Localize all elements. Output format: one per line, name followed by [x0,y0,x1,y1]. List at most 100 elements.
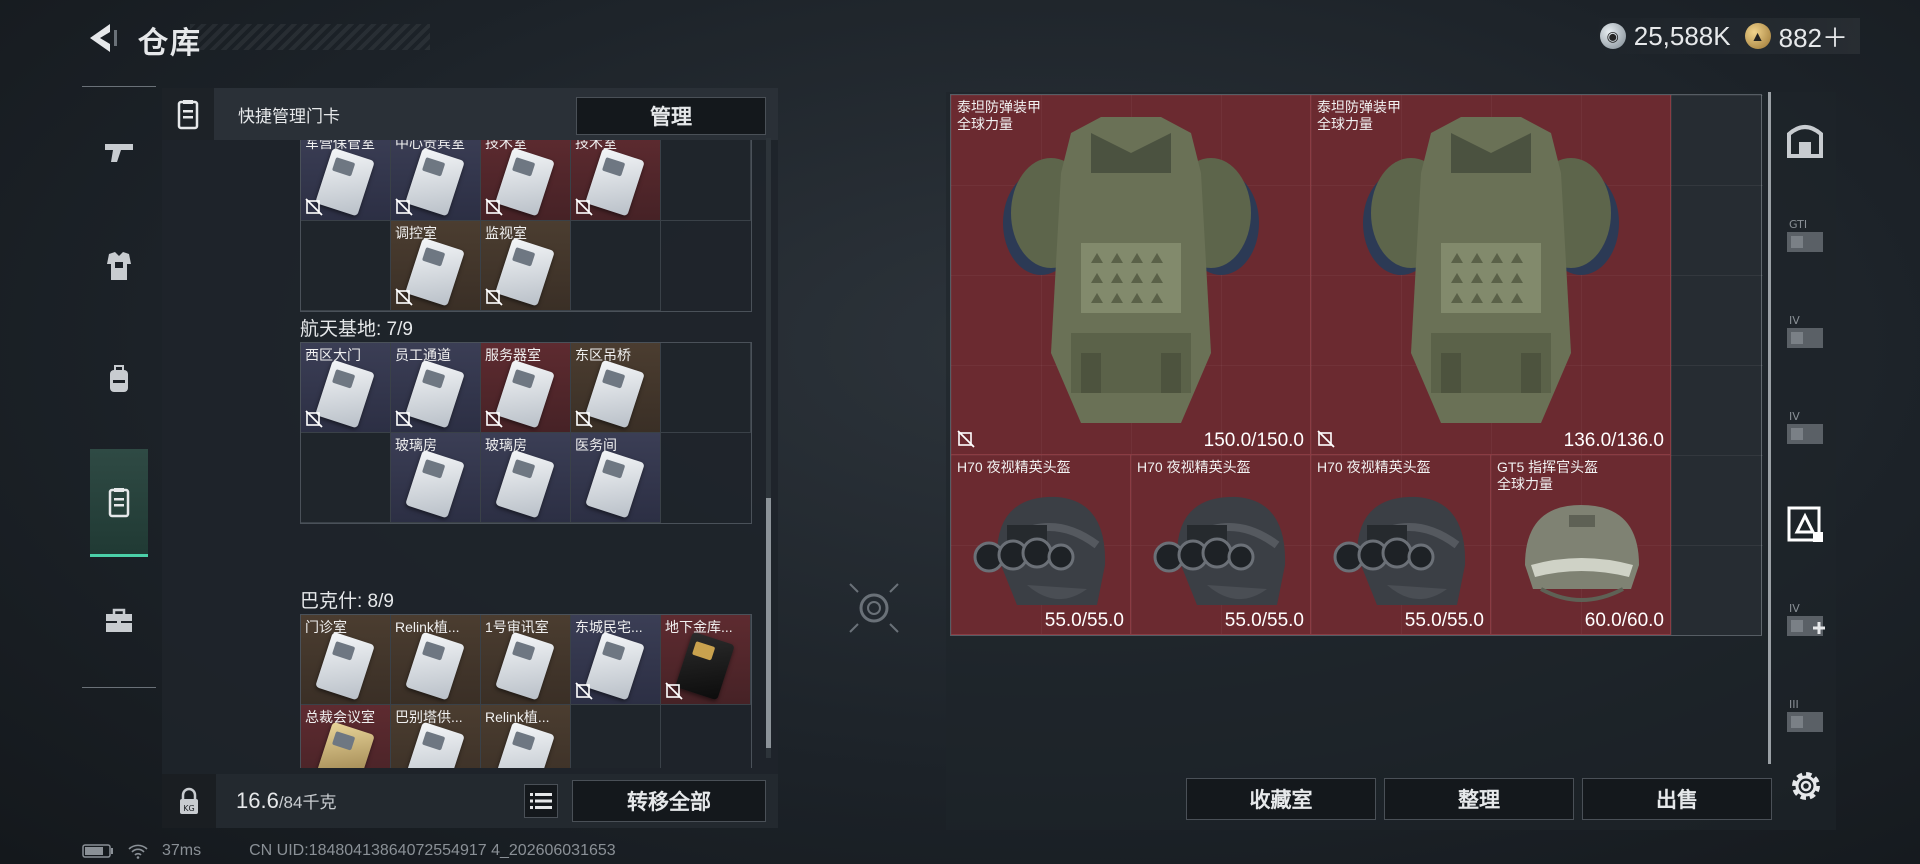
keycard-slot[interactable]: 医务间 [571,433,661,523]
container-button[interactable]: IV [1779,594,1831,646]
unbind-icon [575,410,593,428]
keycard-image [405,237,465,307]
keycard-slot[interactable]: 技术室 [571,140,661,221]
keycard-slot[interactable]: 1号审讯室 [481,615,571,705]
nav-tools[interactable] [90,591,148,649]
gear-icon[interactable] [1786,766,1826,806]
case-gti-icon: GTI [1787,218,1823,252]
weight-readout: 16.6/84千克 [236,788,336,814]
keycard-panel-footer: KG 16.6/84千克 转移全部 [162,774,778,828]
silver-amount: 25,588K [1633,20,1731,51]
currency-silver[interactable]: ◉ 25,588K [1599,20,1731,52]
equipment-slot-nvg[interactable]: H70 夜视精英头盔 55.0/55.0 [1131,455,1311,635]
keycard-image [315,147,375,217]
keycard-slot[interactable]: 东城民宅... [571,615,661,705]
backpack-icon [110,365,128,392]
keycard-image [495,449,555,519]
ammo-box-icon [1787,125,1823,158]
item-name: H70 夜视精英头盔 [1317,459,1431,475]
keycard-icon [108,487,130,517]
equipment-slot-armor[interactable]: 泰坦防弹装甲 全球力量 150.0/150.0 [951,95,1311,455]
lock-icon-box[interactable]: KG [162,774,216,828]
uid-readout: CN UID:18480413864072554917 4_2026060316… [249,842,616,859]
unbind-icon [1317,430,1335,448]
empty-slot [301,221,391,311]
item-durability: 55.0/55.0 [1404,610,1484,631]
keycard-slot[interactable]: 巴别塔供... [391,705,481,768]
keycard-panel-header: 快捷管理门卡 管理 [162,88,778,140]
keycard-slot[interactable]: Relink植... [391,615,481,705]
item-name-block: H70 夜视精英头盔 [1317,459,1431,476]
status-bar: 37ms CN UID:18480413864072554917 4_20260… [82,842,616,860]
keycard-image [495,721,555,768]
list-icon [530,793,552,809]
keycard-slot[interactable]: 中心贵宾室 [391,140,481,221]
keycard-slot[interactable]: 地下金库... [661,615,751,705]
manage-button[interactable]: 管理 [576,97,766,135]
nav-keycards[interactable] [90,449,148,557]
keycard-slot[interactable]: 军营保管室 [301,140,391,221]
keycard-slot[interactable]: 技术室 [481,140,571,221]
keycard-image [405,359,465,429]
scrollbar-thumb[interactable] [766,498,771,748]
container-button[interactable] [1779,498,1831,550]
empty-slot [661,343,751,433]
keycard-header-icon-box [162,88,214,140]
keycard-slot[interactable]: 西区大门 [301,343,391,433]
keycard-list[interactable]: 军营保管室 中心贵宾室 技术室 技术室 调控室 监视室 航天基地: 7/9 西区大门 员工通道服… [162,140,778,768]
equipment-slot-armor[interactable]: 泰坦防弹装甲 全球力量 136.0/136.0 [1311,95,1671,455]
keycard-slot[interactable]: Relink植... [481,705,571,768]
list-view-button[interactable] [524,784,558,818]
container-button[interactable] [1779,114,1831,166]
container-button[interactable]: III [1779,690,1831,742]
nav-weapons[interactable] [90,123,148,181]
equipment-slot-nvg[interactable]: H70 夜视精英头盔 55.0/55.0 [1311,455,1491,635]
unbind-icon [485,410,503,428]
keycard-slot[interactable]: 员工通道 [391,343,481,433]
container-sidebar: GTI IV IV IV III [1768,92,1834,764]
ping-readout: 37ms [162,842,202,859]
keycard-image [405,449,465,519]
empty-slot [571,705,661,768]
page-title: 仓库 [138,27,202,60]
silver-coin-icon: ◉ [1599,23,1626,49]
keycard-slot[interactable]: 总裁会议室 [301,705,391,768]
unbind-icon [395,410,413,428]
section-title: 航天基地: 7/9 [300,319,413,340]
keycard-slot[interactable]: 门诊室 [301,615,391,705]
empty-grid-area [1671,95,1763,635]
keycard-slot[interactable]: 玻璃房 [391,433,481,523]
keycard-slot[interactable]: 调控室 [391,221,481,311]
item-name-block: 泰坦防弹装甲 全球力量 [957,99,1041,133]
nav-backpack[interactable] [90,349,148,407]
item-name-block: H70 夜视精英头盔 [1137,459,1251,476]
back-arrow-icon[interactable] [82,20,122,56]
item-durability: 136.0/136.0 [1563,430,1664,451]
container-button[interactable]: IV [1779,402,1831,454]
keycard-slot[interactable]: 监视室 [481,221,571,311]
keycard-slot[interactable]: 东区吊桥 [571,343,661,433]
container-button[interactable]: GTI [1779,210,1831,262]
keycard-image [315,631,375,701]
transfer-all-button[interactable]: 转移全部 [572,780,766,822]
keycard-image [495,147,555,217]
equipment-slot-helmet[interactable]: GT5 指挥官头盔 全球力量 60.0/60.0 [1491,455,1671,635]
sell-button[interactable]: 出售 [1582,778,1772,820]
equipment-slot-nvg[interactable]: H70 夜视精英头盔 55.0/55.0 [951,455,1131,635]
weight-unit: /84千克 [278,793,337,812]
keycard-slot[interactable]: 玻璃房 [481,433,571,523]
keycard-image [585,631,645,701]
crosshair-marker-icon [849,583,899,633]
weight-value: 16.6 [236,788,279,813]
organize-button[interactable]: 整理 [1384,778,1574,820]
collection-room-button[interactable]: 收藏室 [1186,778,1376,820]
keycard-slot[interactable]: 服务器室 [481,343,571,433]
battery-icon [82,844,113,858]
item-name-block: GT5 指挥官头盔 全球力量 [1497,459,1598,493]
padlock-icon: KG [180,787,198,814]
currency-gold[interactable]: ▲ 882＋ [1744,18,1848,55]
keycard-icon [177,100,199,130]
unbind-icon [395,288,413,306]
nav-armor[interactable] [90,237,148,295]
container-button[interactable]: IV [1779,306,1831,358]
